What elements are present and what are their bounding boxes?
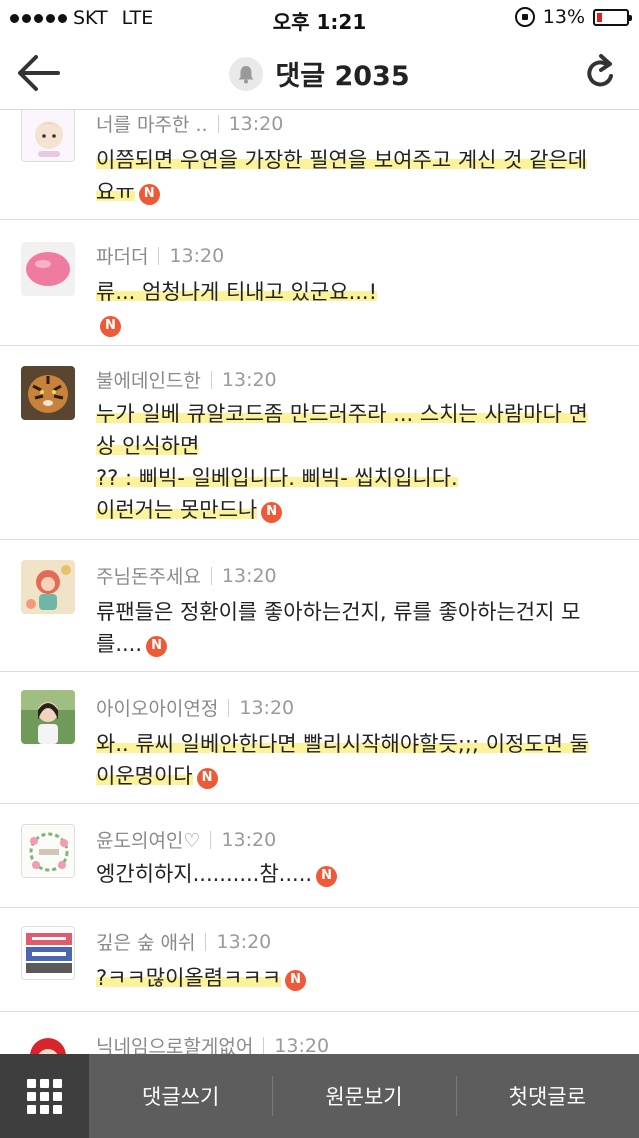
comment-meta: 주님돈주세요 13:20 — [96, 562, 277, 589]
battery-percent: 13% — [542, 6, 585, 28]
comment-time: 13:20 — [216, 930, 272, 953]
comment-line: 를.... — [96, 632, 143, 656]
bottom-toolbar: 댓글쓰기 원문보기 첫댓글로 — [0, 1054, 639, 1138]
view-original-button[interactable]: 원문보기 — [272, 1054, 455, 1138]
new-badge: N — [196, 767, 218, 789]
comment-line: ?ㅋㅋ많이올렴ㅋㅋㅋ — [96, 966, 282, 990]
battery-icon — [593, 8, 632, 26]
comment-line: ?? : 삐빅- 일베입니다. 삐빅- 씹치입니다. — [96, 466, 458, 490]
comment-meta: 너를 마주한 .. 13:20 — [96, 110, 283, 137]
comment-time: 13:20 — [221, 828, 277, 851]
comment-line: 류팬들은 정환이를 좋아하는건지, 류를 좋아하는건지 모 — [96, 600, 581, 624]
new-badge: N — [146, 635, 168, 657]
comment-meta: 불에데인드한 13:20 — [96, 366, 277, 393]
write-comment-button[interactable]: 댓글쓰기 — [89, 1054, 272, 1138]
comment-time: 13:20 — [274, 1034, 330, 1055]
orientation-lock-icon — [514, 7, 535, 27]
comment-list[interactable]: 너를 마주한 .. 13:20 이쯤되면 우연을 가장한 필연을 보여주고 계신… — [0, 110, 639, 1054]
comment-meta: 아이오아이연정 13:20 — [96, 694, 294, 721]
comment-body: 류팬들은 정환이를 좋아하는건지, 류를 좋아하는건지 모 를.... N — [96, 596, 626, 660]
new-badge: N — [100, 315, 121, 337]
status-bar: SKT LTE 오후 1:21 13% — [0, 0, 639, 36]
avatar[interactable] — [21, 110, 75, 162]
comment-item: 윤도의여인♡ 13:20 엥간히하지..........참..... N — [0, 804, 639, 908]
avatar[interactable] — [21, 242, 75, 296]
page-title: 댓글 2035 — [0, 54, 639, 93]
comment-item: 주님돈주세요 13:20 류팬들은 정환이를 좋아하는건지, 류를 좋아하는건지… — [0, 540, 639, 672]
grid-icon — [27, 1078, 62, 1114]
comment-line: 요ㅠ — [96, 180, 135, 204]
comment-body: 누가 일베 큐알코드좀 만드러주라 ... 스치는 사람마다 면 상 인식하면 … — [96, 398, 626, 526]
comment-time: 13:20 — [169, 244, 225, 267]
refresh-icon — [587, 54, 613, 87]
first-comment-button[interactable]: 첫댓글로 — [455, 1054, 639, 1138]
comment-body: ?ㅋㅋ많이올렴ㅋㅋㅋ N — [96, 962, 626, 994]
comment-author[interactable]: 파더더 — [96, 242, 148, 269]
comment-meta: 윤도의여인♡ 13:20 — [96, 826, 276, 853]
avatar[interactable] — [21, 926, 75, 980]
comment-item: 닉네임으로할게없어 13:20 — [0, 1012, 639, 1054]
comment-author[interactable]: 아이오아이연정 — [96, 694, 218, 721]
avatar[interactable] — [21, 1030, 75, 1054]
comment-time: 13:20 — [221, 368, 277, 391]
comment-item: 불에데인드한 13:20 누가 일베 큐알코드좀 만드러주라 ... 스치는 사… — [0, 346, 639, 540]
menu-grid-button[interactable] — [0, 1054, 89, 1138]
comment-author[interactable]: 주님돈주세요 — [96, 562, 201, 589]
new-badge: N — [261, 501, 283, 523]
comment-meta: 깊은 숲 애쉬 13:20 — [96, 928, 271, 955]
comment-item: 파더더 13:20 류... 엄청나게 티내고 있군요...! N — [0, 220, 639, 346]
comment-author[interactable]: 윤도의여인♡ — [96, 826, 200, 853]
bell-icon[interactable] — [229, 56, 264, 91]
refresh-button[interactable] — [581, 50, 621, 96]
comment-line: 엥간히하지..........참..... — [96, 862, 313, 886]
comment-line: 이런거는 못만드나 — [96, 498, 258, 522]
new-badge: N — [285, 969, 307, 991]
comment-line: 이쯤되면 우연을 가장한 필연을 보여주고 계신 것 같은데 — [96, 148, 588, 172]
comment-body: 이쯤되면 우연을 가장한 필연을 보여주고 계신 것 같은데 요ㅠ N — [96, 144, 626, 208]
comment-time: 13:20 — [239, 696, 295, 719]
comment-count-title: 댓글 2035 — [275, 61, 410, 92]
comment-meta: 파더더 13:20 — [96, 242, 224, 269]
new-badge: N — [316, 865, 338, 887]
comment-author[interactable]: 너를 마주한 .. — [96, 110, 208, 137]
avatar[interactable] — [21, 690, 75, 744]
comment-body: 류... 엄청나게 티내고 있군요...! N — [96, 276, 626, 340]
avatar[interactable] — [21, 560, 75, 614]
comment-time: 13:20 — [228, 112, 284, 135]
comment-line: 상 인식하면 — [96, 434, 200, 458]
comment-author[interactable]: 불에데인드한 — [96, 366, 201, 393]
app-header: 댓글 2035 — [0, 36, 639, 110]
comment-body: 와.. 류씨 일베안한다면 빨리시작해야할듯;;; 이정도면 둘 이운명이다 N — [96, 728, 626, 792]
comment-line: 와.. 류씨 일베안한다면 빨리시작해야할듯;;; 이정도면 둘 — [96, 732, 589, 756]
avatar[interactable] — [21, 824, 75, 878]
comment-line: 이운명이다 — [96, 764, 193, 788]
status-right: 13% — [514, 6, 632, 28]
comment-meta: 닉네임으로할게없어 13:20 — [96, 1032, 329, 1054]
new-badge: N — [138, 183, 160, 205]
comment-author[interactable]: 깊은 숲 애쉬 — [96, 928, 195, 955]
comment-line: 류... 엄청나게 티내고 있군요...! — [96, 280, 378, 304]
comment-body: 엥간히하지..........참..... N — [96, 858, 626, 890]
comment-item: 아이오아이연정 13:20 와.. 류씨 일베안한다면 빨리시작해야할듯;;; … — [0, 672, 639, 804]
comment-item: 너를 마주한 .. 13:20 이쯤되면 우연을 가장한 필연을 보여주고 계신… — [0, 110, 639, 220]
comment-author[interactable]: 닉네임으로할게없어 — [96, 1032, 253, 1054]
comment-line: 누가 일베 큐알코드좀 만드러주라 ... 스치는 사람마다 면 — [96, 402, 588, 426]
avatar[interactable] — [21, 366, 75, 420]
comment-time: 13:20 — [221, 564, 277, 587]
comment-item: 깊은 숲 애쉬 13:20 ?ㅋㅋ많이올렴ㅋㅋㅋ N — [0, 908, 639, 1012]
